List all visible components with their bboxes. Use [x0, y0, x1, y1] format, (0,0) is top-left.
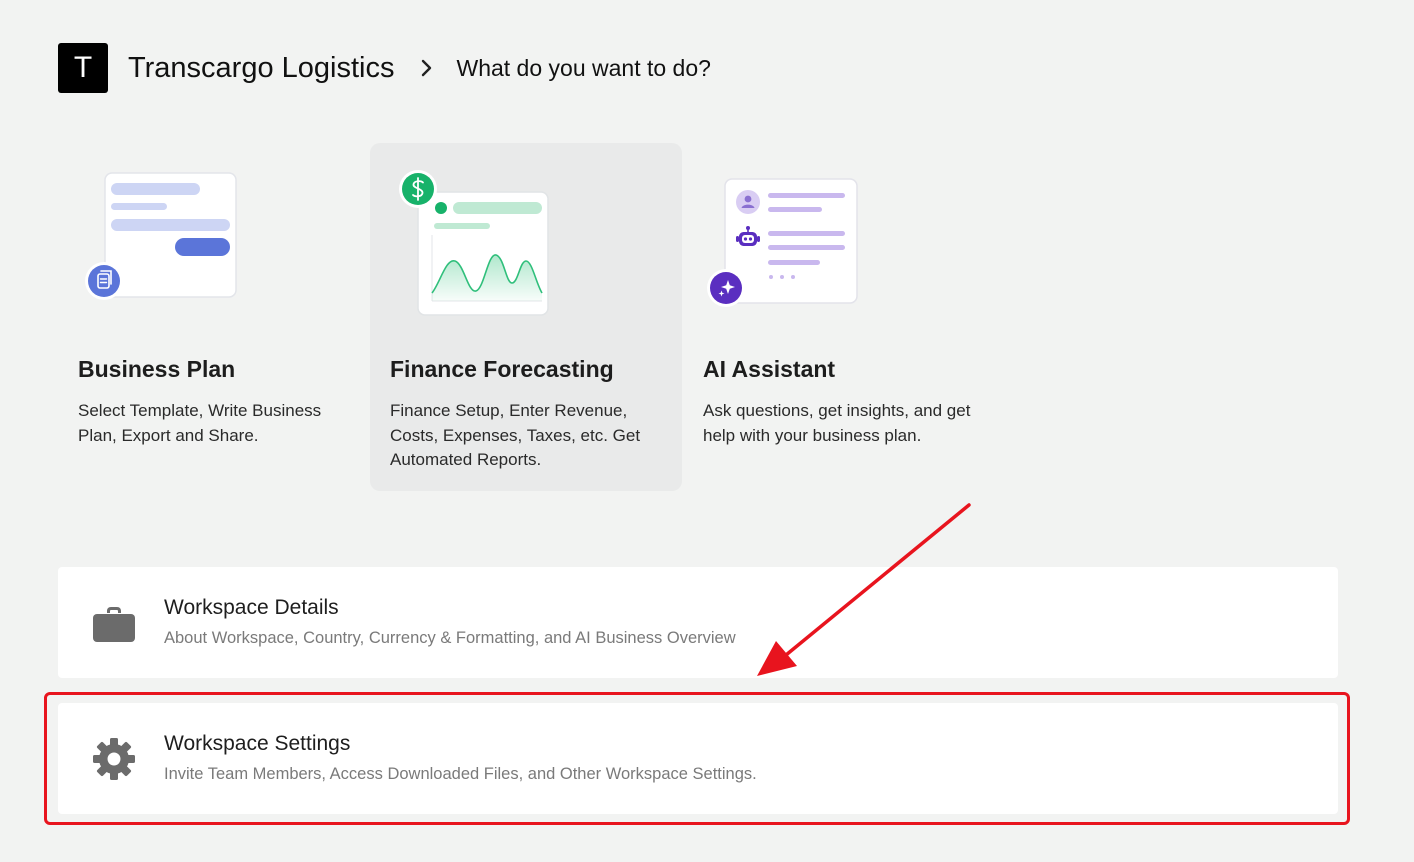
workspace-settings-row[interactable]: Workspace Settings Invite Team Members, …: [58, 703, 1338, 814]
ai-assistant-card[interactable]: AI Assistant Ask questions, get insights…: [683, 143, 995, 491]
gear-icon: [93, 738, 135, 780]
card-description: Select Template, Write Business Plan, Ex…: [78, 401, 322, 445]
card-title: Business Plan: [78, 356, 236, 382]
card-title: Finance Forecasting: [390, 356, 614, 382]
row-subtitle: Invite Team Members, Access Downloaded F…: [164, 765, 757, 783]
workspace-name[interactable]: Transcargo Logistics: [128, 52, 394, 85]
briefcase-icon: [93, 607, 135, 642]
business-plan-card[interactable]: Business Plan Select Template, Write Bus…: [58, 143, 370, 491]
business-plan-illustration: [85, 172, 237, 300]
card-description: Ask questions, get insights, and get hel…: [703, 401, 971, 445]
workspace-logo[interactable]: T: [58, 43, 108, 93]
row-title: Workspace Settings: [164, 732, 351, 755]
ai-assistant-illustration: [707, 178, 858, 307]
finance-forecasting-card[interactable]: Finance Forecasting Finance Setup, Enter…: [370, 143, 682, 491]
workspace-details-row[interactable]: Workspace Details About Workspace, Count…: [58, 567, 1338, 678]
card-title: AI Assistant: [703, 356, 836, 382]
page-title: What do you want to do?: [456, 54, 711, 81]
chevron-right-icon: [420, 58, 434, 78]
row-title: Workspace Details: [164, 596, 339, 619]
finance-forecasting-illustration: [399, 170, 549, 316]
row-subtitle: About Workspace, Country, Currency & For…: [164, 629, 736, 647]
card-description: Finance Setup, Enter Revenue, Costs, Exp…: [390, 401, 641, 469]
header: T Transcargo Logistics What do you want …: [58, 43, 711, 93]
